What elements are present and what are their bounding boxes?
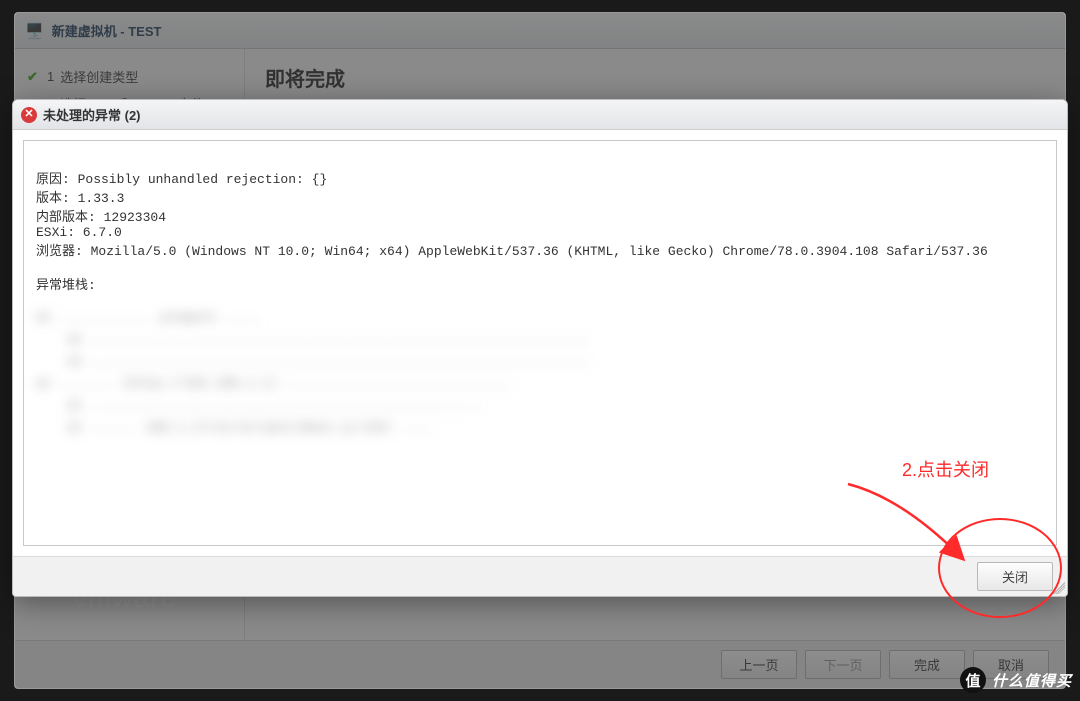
back-button[interactable]: 上一页: [721, 650, 797, 679]
wizard-titlebar: 🖥️ 新建虚拟机 - TEST: [15, 13, 1065, 49]
finish-button[interactable]: 完成: [889, 650, 965, 679]
browser-line: 浏览器: Mozilla/5.0 (Windows NT 10.0; Win64…: [36, 244, 988, 259]
wizard-heading: 即将完成: [265, 63, 1045, 92]
wizard-title: 新建虚拟机 - TEST: [52, 21, 162, 40]
wizard-step[interactable]: ✔ 1 选择创建类型: [25, 63, 234, 90]
next-button[interactable]: 下一页: [805, 650, 881, 679]
resize-grip[interactable]: [1053, 582, 1065, 594]
watermark-badge: 值: [960, 667, 986, 693]
wizard-footer: 上一页 下一页 完成 取消: [15, 640, 1065, 688]
dialog-footer: 关闭: [13, 556, 1067, 596]
dialog-titlebar[interactable]: ✕ 未处理的异常 (2): [13, 100, 1067, 130]
error-icon: ✕: [21, 107, 37, 123]
dialog-body: 原因: Possibly unhandled rejection: {} 版本:…: [13, 130, 1067, 556]
watermark: 值 什么值得买: [960, 667, 1072, 693]
cause-line: 原因: Possibly unhandled rejection: {}: [36, 172, 327, 187]
dialog-title: 未处理的异常 (2): [43, 105, 141, 124]
stack-label: 异常堆栈:: [36, 278, 96, 293]
esxi-line: ESXi: 6.7.0: [36, 225, 122, 240]
version-line: 版本: 1.33.3: [36, 191, 124, 206]
exception-text[interactable]: 原因: Possibly unhandled rejection: {} 版本:…: [23, 140, 1057, 546]
vm-icon: 🖥️: [25, 22, 44, 40]
step-num: 1: [47, 69, 54, 84]
stack-trace-blurred: at ............ prepare ..... at .......…: [36, 307, 1044, 440]
check-icon: ✔: [27, 69, 41, 85]
error-dialog: ✕ 未处理的异常 (2) 原因: Possibly unhandled reje…: [12, 99, 1068, 597]
step-label: 选择创建类型: [60, 67, 138, 86]
close-button[interactable]: 关闭: [977, 562, 1053, 591]
build-line: 内部版本: 12923304: [36, 210, 166, 225]
watermark-text: 什么值得买: [992, 670, 1072, 691]
